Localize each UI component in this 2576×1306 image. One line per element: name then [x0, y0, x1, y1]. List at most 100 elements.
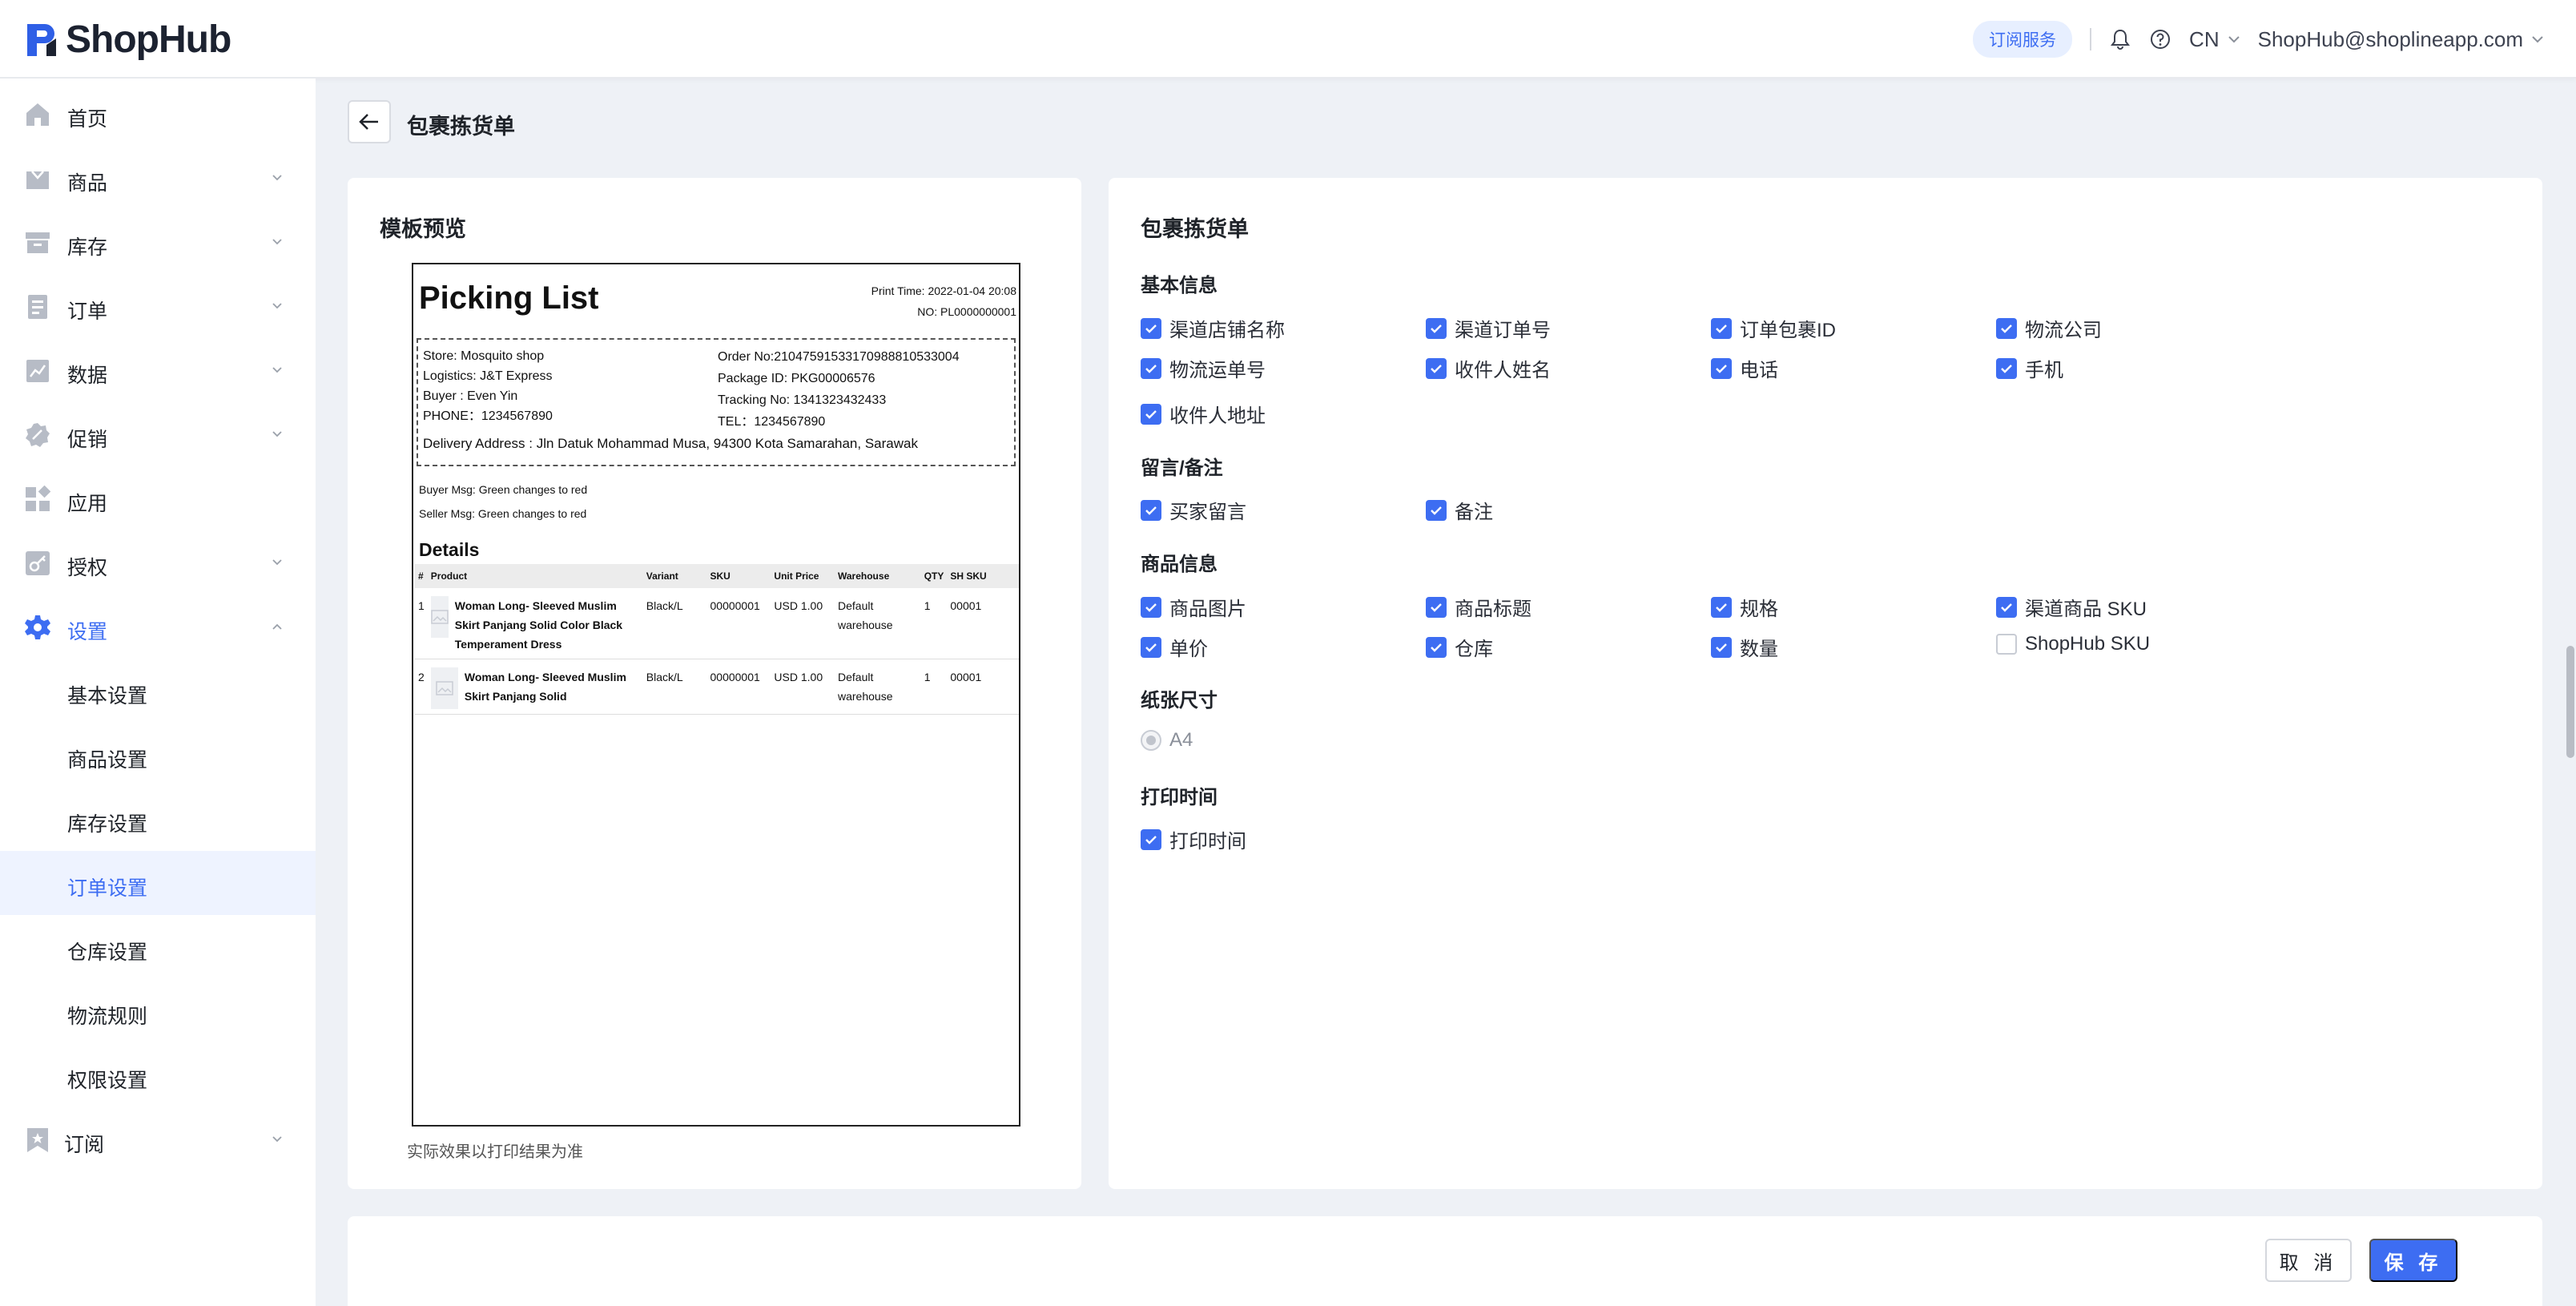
sidebar-item-promotions[interactable]: 促销: [0, 402, 316, 466]
sidebar-item-apps[interactable]: 应用: [0, 466, 316, 530]
sidebar-sub-product-settings[interactable]: 商品设置: [0, 723, 316, 787]
checkbox-remark[interactable]: 备注: [1426, 496, 1493, 524]
sidebar-sub-warehouse-settings[interactable]: 仓库设置: [0, 915, 316, 979]
sidebar-sub-permission-settings[interactable]: 权限设置: [0, 1043, 316, 1107]
badge-icon: [26, 423, 50, 447]
checkbox-label: 单价: [1169, 639, 1208, 660]
checkbox-checked-icon: [1711, 596, 1732, 618]
sidebar-item-settings[interactable]: 设置: [0, 595, 316, 659]
seller-message: Seller Msg: Green changes to red: [419, 507, 587, 520]
bell-icon[interactable]: [2109, 28, 2131, 50]
checkbox-checked-icon: [1996, 317, 2017, 339]
checkbox-channel-sku[interactable]: 渠道商品 SKU: [1996, 593, 2147, 621]
checkbox-variant[interactable]: 规格: [1711, 593, 1778, 621]
checkbox-package-id[interactable]: 订单包裹ID: [1711, 314, 1836, 342]
back-button[interactable]: [348, 100, 391, 143]
picking-list-no: NO: PL0000000001: [917, 305, 1016, 318]
sidebar-item-subscribe[interactable]: 订阅: [0, 1107, 316, 1171]
checkbox-unchecked-icon: [1996, 634, 2017, 655]
checkbox-checked-icon: [1426, 636, 1447, 658]
checkbox-label: 物流公司: [2025, 320, 2102, 341]
product-cell: Woman Long- Sleeved Muslim Skirt Panjang…: [427, 659, 643, 715]
shophub-logo-icon: [24, 21, 58, 59]
checkbox-label: 渠道订单号: [1455, 320, 1551, 341]
checkbox-checked-icon: [1426, 357, 1447, 379]
sidebar-sub-label: 商品设置: [67, 749, 148, 772]
column-header: Unit Price: [771, 564, 835, 588]
checkbox-phone[interactable]: 电话: [1711, 354, 1778, 382]
sidebar-sub-label: 库存设置: [67, 813, 148, 836]
checkbox-logistics-company[interactable]: 物流公司: [1996, 314, 2102, 342]
checkbox-checked-icon: [1711, 357, 1732, 379]
subscription-badge[interactable]: 订阅服务: [1973, 21, 2073, 58]
checkbox-unit-price[interactable]: 单价: [1141, 633, 1208, 661]
checkbox-print-time[interactable]: 打印时间: [1141, 825, 1246, 853]
checkbox-mobile[interactable]: 手机: [1996, 354, 2063, 382]
checkbox-product-title[interactable]: 商品标题: [1426, 593, 1532, 621]
checkbox-channel-order-no[interactable]: 渠道订单号: [1426, 314, 1551, 342]
checkbox-shophub-sku[interactable]: ShopHub SKU: [1996, 633, 2150, 655]
chevron-down-icon: [272, 239, 282, 245]
checkbox-checked-icon: [1996, 596, 2017, 618]
sku: 00000001: [706, 659, 771, 715]
scrollbar-thumb[interactable]: [2566, 646, 2574, 758]
product-name: Woman Long- Sleeved Muslim Skirt Panjang…: [464, 671, 626, 703]
top-header: ShopHub 订阅服务 CN ShopHub@shoplineapp.com: [0, 0, 2576, 79]
checkbox-label: ShopHub SKU: [2025, 633, 2151, 655]
checkbox-recipient-name[interactable]: 收件人姓名: [1426, 354, 1551, 382]
sidebar-item-label: 订阅: [64, 1134, 105, 1156]
checkbox-checked-icon: [1141, 317, 1161, 339]
checkbox-label: 收件人地址: [1169, 405, 1266, 427]
column-header: Product: [427, 564, 643, 588]
checkbox-checked-icon: [1711, 636, 1732, 658]
checkbox-label: 电话: [1740, 360, 1778, 381]
checkbox-warehouse[interactable]: 仓库: [1426, 633, 1493, 661]
checkbox-buyer-message[interactable]: 买家留言: [1141, 496, 1246, 524]
tracking-no: Tracking No: 1341323432433: [718, 393, 887, 407]
section-notes: 留言/备注: [1141, 458, 1223, 479]
sidebar-sub-inventory-settings[interactable]: 库存设置: [0, 787, 316, 851]
sidebar-item-authorization[interactable]: 授权: [0, 530, 316, 595]
product-image-placeholder-icon: [430, 667, 458, 709]
radio-a4[interactable]: A4: [1141, 729, 1193, 752]
logo[interactable]: ShopHub: [24, 18, 231, 62]
sidebar-item-inventory[interactable]: 库存: [0, 210, 316, 274]
cancel-button[interactable]: 取 消: [2265, 1239, 2352, 1282]
chevron-down-icon: [272, 559, 282, 566]
sidebar-item-orders[interactable]: 订单: [0, 274, 316, 338]
sidebar-sub-label: 权限设置: [67, 1070, 148, 1092]
account-email: ShopHub@shoplineapp.com: [2257, 26, 2523, 51]
checkbox-checked-icon: [1141, 828, 1161, 850]
sidebar-item-home[interactable]: 首页: [0, 82, 316, 146]
bookmark-star-icon: [27, 1128, 48, 1152]
sidebar-sub-order-settings[interactable]: 订单设置: [0, 851, 316, 915]
language-dropdown[interactable]: CN: [2189, 27, 2240, 52]
checkbox-channel-store-name[interactable]: 渠道店铺名称: [1141, 314, 1285, 342]
account-dropdown[interactable]: ShopHub@shoplineapp.com: [2258, 27, 2544, 52]
sidebar-sub-logistics-rules[interactable]: 物流规则: [0, 979, 316, 1043]
sidebar-item-label: 订单: [67, 300, 108, 323]
page-title: 包裹拣货单: [407, 115, 515, 139]
checkbox-quantity[interactable]: 数量: [1711, 633, 1778, 661]
chart-icon: [26, 360, 49, 382]
preview-title: 模板预览: [380, 217, 466, 241]
save-button[interactable]: 保 存: [2369, 1239, 2457, 1282]
sidebar-item-label: 库存: [67, 236, 108, 259]
app-name: ShopHub: [66, 18, 231, 61]
sidebar-sub-basic-settings[interactable]: 基本设置: [0, 659, 316, 723]
help-icon[interactable]: [2149, 28, 2171, 50]
row-number: 2: [415, 659, 428, 715]
sidebar-item-data[interactable]: 数据: [0, 338, 316, 402]
preview-note: 实际效果以打印结果为准: [407, 1143, 583, 1161]
checkbox-recipient-address[interactable]: 收件人地址: [1141, 400, 1266, 428]
chevron-down-icon: [272, 303, 282, 309]
sidebar-item-products[interactable]: 商品: [0, 146, 316, 210]
sidebar: 首页 商品 库存 订单 数据 促销 应用 授权 设置 基本设置 商品设置 库存设…: [0, 79, 316, 1306]
checkbox-tracking-no[interactable]: 物流运单号: [1141, 354, 1266, 382]
section-paper-size: 纸张尺寸: [1141, 690, 1218, 711]
sidebar-item-label: 设置: [67, 621, 108, 643]
product-image-placeholder-icon: [430, 596, 449, 638]
checkbox-label: 渠道商品 SKU: [2025, 599, 2147, 620]
checkbox-product-image[interactable]: 商品图片: [1141, 593, 1246, 621]
section-print-time: 打印时间: [1141, 787, 1218, 808]
